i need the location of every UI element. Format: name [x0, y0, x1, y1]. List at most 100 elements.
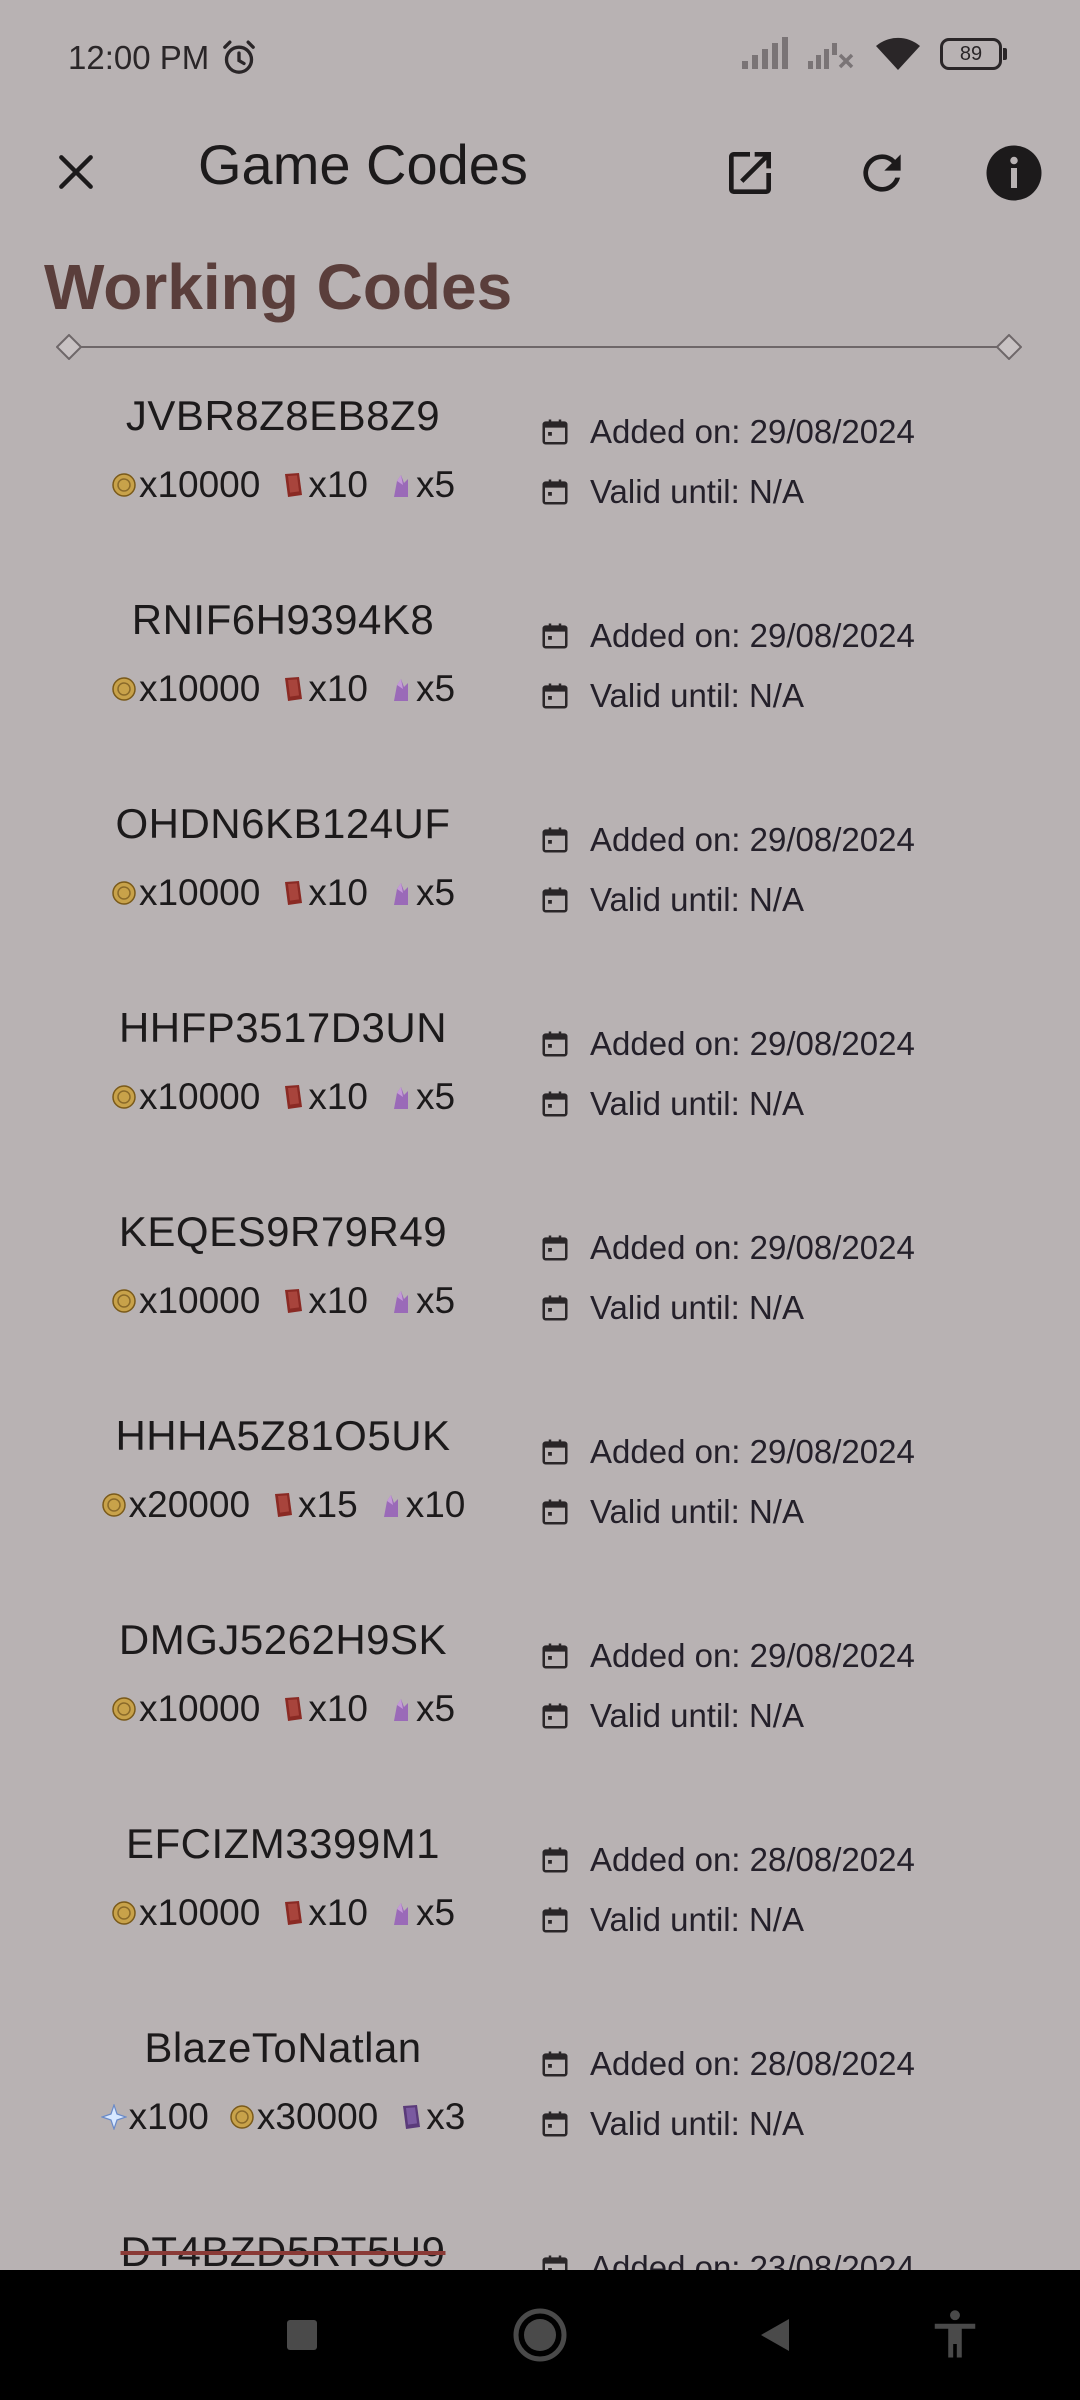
- book-icon: [280, 1899, 308, 1927]
- reward: x10: [280, 1076, 368, 1118]
- ore-icon: [378, 1491, 406, 1519]
- section-divider: [56, 334, 1022, 360]
- mora-coin-icon: [229, 2104, 257, 2130]
- calendar-icon: [542, 1295, 568, 1321]
- reward: x10: [280, 1892, 368, 1934]
- reward-amount: x10: [308, 1688, 368, 1729]
- code-text[interactable]: KEQES9R79R49: [66, 1208, 500, 1256]
- reward-amount: x3: [426, 2096, 466, 2137]
- reward-amount: x5: [415, 1892, 456, 1933]
- ore-icon: [388, 471, 416, 499]
- reward: x5: [388, 872, 455, 914]
- mora-coin-icon: [111, 1288, 139, 1314]
- calendar-icon: [542, 887, 568, 913]
- reward: x10: [280, 1688, 368, 1730]
- valid-until-text: Valid until: N/A: [590, 1493, 804, 1530]
- square-icon: [287, 2320, 317, 2350]
- calendar-icon: [542, 623, 568, 649]
- code-dates: Added on: 28/08/2024 Valid until: N/A: [540, 2042, 1060, 2162]
- code-item[interactable]: HHFP3517D3UN x10000 x10 x5 Added on: 29/08/2…: [0, 992, 1080, 1196]
- code-item[interactable]: DMGJ5262H9SK x10000 x10 x5 Added on: 29/08/2…: [0, 1604, 1080, 1808]
- valid-until: Valid until: N/A: [540, 1694, 1060, 1738]
- code-text[interactable]: EFCIZM3399M1: [66, 1820, 500, 1868]
- home-button[interactable]: [505, 2300, 575, 2370]
- reward-amount: x100: [128, 2096, 209, 2137]
- reward-amount: x10000: [138, 668, 261, 709]
- rewards-row: x10000 x10 x5: [66, 464, 500, 506]
- back-triangle-icon: [761, 2319, 789, 2351]
- code-dates: Added on: 29/08/2024 Valid until: N/A: [540, 614, 1060, 734]
- code-info: KEQES9R79R49 x10000 x10 x5: [66, 1208, 500, 1322]
- code-dates: Added on: 29/08/2024 Valid until: N/A: [540, 1634, 1060, 1754]
- added-date-text: Added on: 29/08/2024: [590, 821, 915, 858]
- code-dates: Added on: 29/08/2024 Valid until: N/A: [540, 1022, 1060, 1142]
- added-date-text: Added on: 29/08/2024: [590, 1229, 915, 1266]
- code-item[interactable]: KEQES9R79R49 x10000 x10 x5 Added on: 29/08/2…: [0, 1196, 1080, 1400]
- calendar-icon: [542, 1031, 568, 1057]
- code-dates: Added on: 29/08/2024 Valid until: N/A: [540, 1430, 1060, 1550]
- code-text[interactable]: RNIF6H9394K8: [66, 596, 500, 644]
- code-dates: Added on: 23/08/2024: [540, 2246, 1060, 2270]
- page-title: Game Codes: [198, 133, 528, 196]
- navigation-bar: [0, 2270, 1080, 2400]
- valid-until: Valid until: N/A: [540, 470, 1060, 514]
- code-text[interactable]: HHFP3517D3UN: [66, 1004, 500, 1052]
- code-item[interactable]: JVBR8Z8EB8Z9 x10000 x10 x5 Added on: 29/08/2…: [0, 380, 1080, 584]
- reward: x30000: [229, 2096, 378, 2138]
- close-icon: [59, 155, 93, 189]
- reward: x5: [388, 1688, 455, 1730]
- refresh-button[interactable]: [847, 138, 917, 208]
- ore-icon: [388, 1083, 416, 1111]
- code-item[interactable]: HHHA5Z81O5UK x20000 x15 x10 Added on: 29/08/…: [0, 1400, 1080, 1604]
- recents-button[interactable]: [267, 2300, 337, 2370]
- back-button[interactable]: [740, 2300, 810, 2370]
- open-external-button[interactable]: [715, 138, 785, 208]
- info-button[interactable]: [979, 138, 1049, 208]
- rewards-row: x10000 x10 x5: [66, 1076, 500, 1118]
- mora-coin-icon: [111, 472, 139, 498]
- added-date: Added on: 28/08/2024: [540, 2042, 1060, 2086]
- added-date-text: Added on: 29/08/2024: [590, 1637, 915, 1674]
- code-text[interactable]: BlazeToNatlan: [66, 2024, 500, 2072]
- added-date: Added on: 29/08/2024: [540, 1634, 1060, 1678]
- close-button[interactable]: [44, 140, 108, 204]
- reward-amount: x10000: [138, 1892, 261, 1933]
- calendar-icon: [542, 683, 568, 709]
- valid-until: Valid until: N/A: [540, 1898, 1060, 1942]
- rewards-row: x10000 x10 x5: [66, 1892, 500, 1934]
- code-item[interactable]: RNIF6H9394K8 x10000 x10 x5 Added on: 29/08/2…: [0, 584, 1080, 788]
- mora-coin-icon: [101, 1492, 129, 1518]
- code-text[interactable]: JVBR8Z8EB8Z9: [66, 392, 500, 440]
- reward: x5: [388, 1076, 455, 1118]
- added-date-text: Added on: 23/08/2024: [590, 2249, 915, 2270]
- mora-coin-icon: [111, 1900, 139, 1926]
- reward: x10: [280, 464, 368, 506]
- mora-coin-icon: [111, 1084, 139, 1110]
- code-item[interactable]: OHDN6KB124UF x10000 x10 x5 Added on: 29/08/2…: [0, 788, 1080, 992]
- code-item[interactable]: BlazeToNatlan x100 x30000 x3 Added on: 28/08…: [0, 2012, 1080, 2216]
- code-item[interactable]: EFCIZM3399M1 x10000 x10 x5 Added on: 28/08/2…: [0, 1808, 1080, 2012]
- reward: x5: [388, 668, 455, 710]
- book-icon: [280, 675, 308, 703]
- code-text[interactable]: DT4BZD5RT5U9: [66, 2228, 500, 2270]
- calendar-icon: [542, 1643, 568, 1669]
- code-text[interactable]: OHDN6KB124UF: [66, 800, 500, 848]
- added-date: Added on: 29/08/2024: [540, 410, 1060, 454]
- book-icon: [280, 1695, 308, 1723]
- code-item[interactable]: DT4BZD5RT5U9 Added on: 23/08/2024: [0, 2216, 1080, 2270]
- code-text[interactable]: HHHA5Z81O5UK: [66, 1412, 500, 1460]
- reward: x10: [280, 872, 368, 914]
- mora-coin-icon: [111, 880, 139, 906]
- added-date-text: Added on: 28/08/2024: [590, 2045, 915, 2082]
- ore-icon: [388, 675, 416, 703]
- wifi-icon: [876, 37, 920, 70]
- code-list[interactable]: JVBR8Z8EB8Z9 x10000 x10 x5 Added on: 29/08/2…: [0, 380, 1080, 2270]
- reward-amount: x10: [308, 464, 368, 505]
- rewards-row: x10000 x10 x5: [66, 1688, 500, 1730]
- accessibility-button[interactable]: [920, 2300, 990, 2370]
- reward: x10000: [111, 464, 260, 506]
- added-date: Added on: 29/08/2024: [540, 1226, 1060, 1270]
- reward: x5: [388, 464, 455, 506]
- code-text[interactable]: DMGJ5262H9SK: [66, 1616, 500, 1664]
- calendar-icon: [542, 2111, 568, 2137]
